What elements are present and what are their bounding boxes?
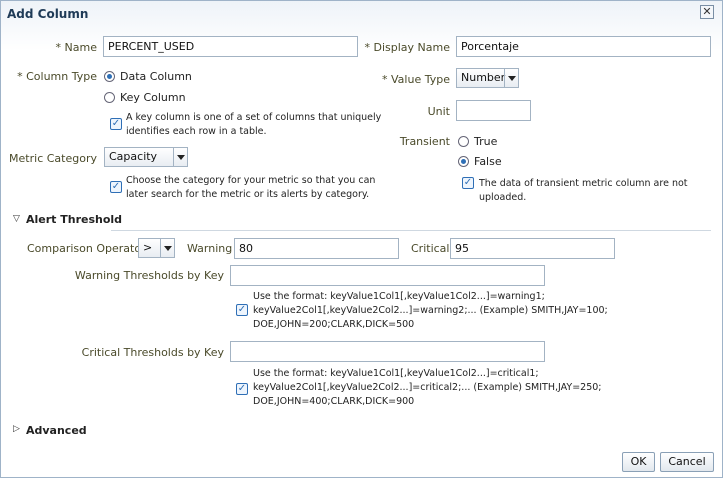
alert-threshold-section[interactable]: Alert Threshold [26, 213, 122, 226]
info-check-icon: ✓ [236, 304, 248, 316]
critical-thresholds-hint: Use the format: keyValue1Col1[,keyValue1… [253, 368, 602, 407]
transient-false-radio[interactable] [458, 156, 469, 167]
transient-true-label: True [474, 135, 498, 148]
ok-button[interactable]: OK [622, 452, 655, 472]
collapsed-triangle-icon[interactable]: ▷ [13, 424, 20, 434]
dialog-title: Add Column [7, 7, 89, 21]
transient-hint: The data of transient metric column are … [479, 178, 688, 203]
warning-field[interactable]: 80 [234, 238, 399, 259]
transient-true-radio[interactable] [458, 136, 469, 147]
name-field[interactable]: PERCENT_USED [103, 36, 358, 57]
advanced-section[interactable]: Advanced [26, 424, 87, 437]
display-name-label: * Display Name [364, 41, 451, 54]
metric-category-select[interactable]: Capacity [104, 147, 188, 167]
unit-label: Unit [427, 105, 450, 118]
close-icon[interactable]: ✕ [700, 5, 714, 19]
data-column-label: Data Column [120, 70, 192, 83]
info-check-icon: ✓ [462, 177, 474, 189]
display-name-field[interactable]: Porcentaje [456, 36, 711, 57]
add-column-dialog: Add Column ✕ * Name PERCENT_USED * Colum… [0, 0, 723, 478]
chevron-down-icon [160, 239, 174, 257]
transient-false-label: False [474, 155, 502, 168]
key-column-radio[interactable] [104, 92, 115, 103]
column-type-label: * Column Type [17, 70, 97, 83]
chevron-down-icon [504, 69, 518, 87]
name-label: * Name [55, 41, 97, 54]
metric-category-label: Metric Category [9, 152, 97, 165]
cancel-button[interactable]: Cancel [660, 452, 714, 472]
info-check-icon: ✓ [110, 118, 122, 130]
unit-field[interactable] [456, 100, 531, 121]
value-type-label: * Value Type [382, 73, 450, 86]
comparison-operator-label: Comparison Operator [27, 242, 146, 255]
chevron-down-icon [173, 148, 187, 166]
critical-field[interactable]: 95 [450, 238, 615, 259]
warning-thresholds-by-key-label: Warning Thresholds by Key [74, 269, 224, 282]
warning-thresholds-hint: Use the format: keyValue1Col1[,keyValue1… [253, 291, 608, 330]
section-divider [111, 230, 711, 231]
critical-thresholds-by-key-label: Critical Thresholds by Key [81, 346, 224, 359]
warning-label: Warning [187, 242, 233, 255]
value-type-select[interactable]: Number [456, 68, 519, 88]
comparison-operator-select[interactable]: > [138, 238, 175, 258]
warning-thresholds-by-key-field[interactable] [230, 265, 545, 286]
metric-category-hint: Choose the category for your metric so t… [126, 175, 376, 200]
info-check-icon: ✓ [110, 181, 122, 193]
critical-label: Critical [411, 242, 450, 255]
key-column-hint: A key column is one of a set of columns … [126, 112, 382, 137]
key-column-label: Key Column [120, 91, 186, 104]
required-marker: * [55, 41, 62, 54]
data-column-radio[interactable] [104, 71, 115, 82]
info-check-icon: ✓ [236, 383, 248, 395]
transient-label: Transient [399, 135, 450, 148]
expanded-triangle-icon[interactable]: ▽ [13, 214, 20, 224]
critical-thresholds-by-key-field[interactable] [230, 341, 545, 362]
